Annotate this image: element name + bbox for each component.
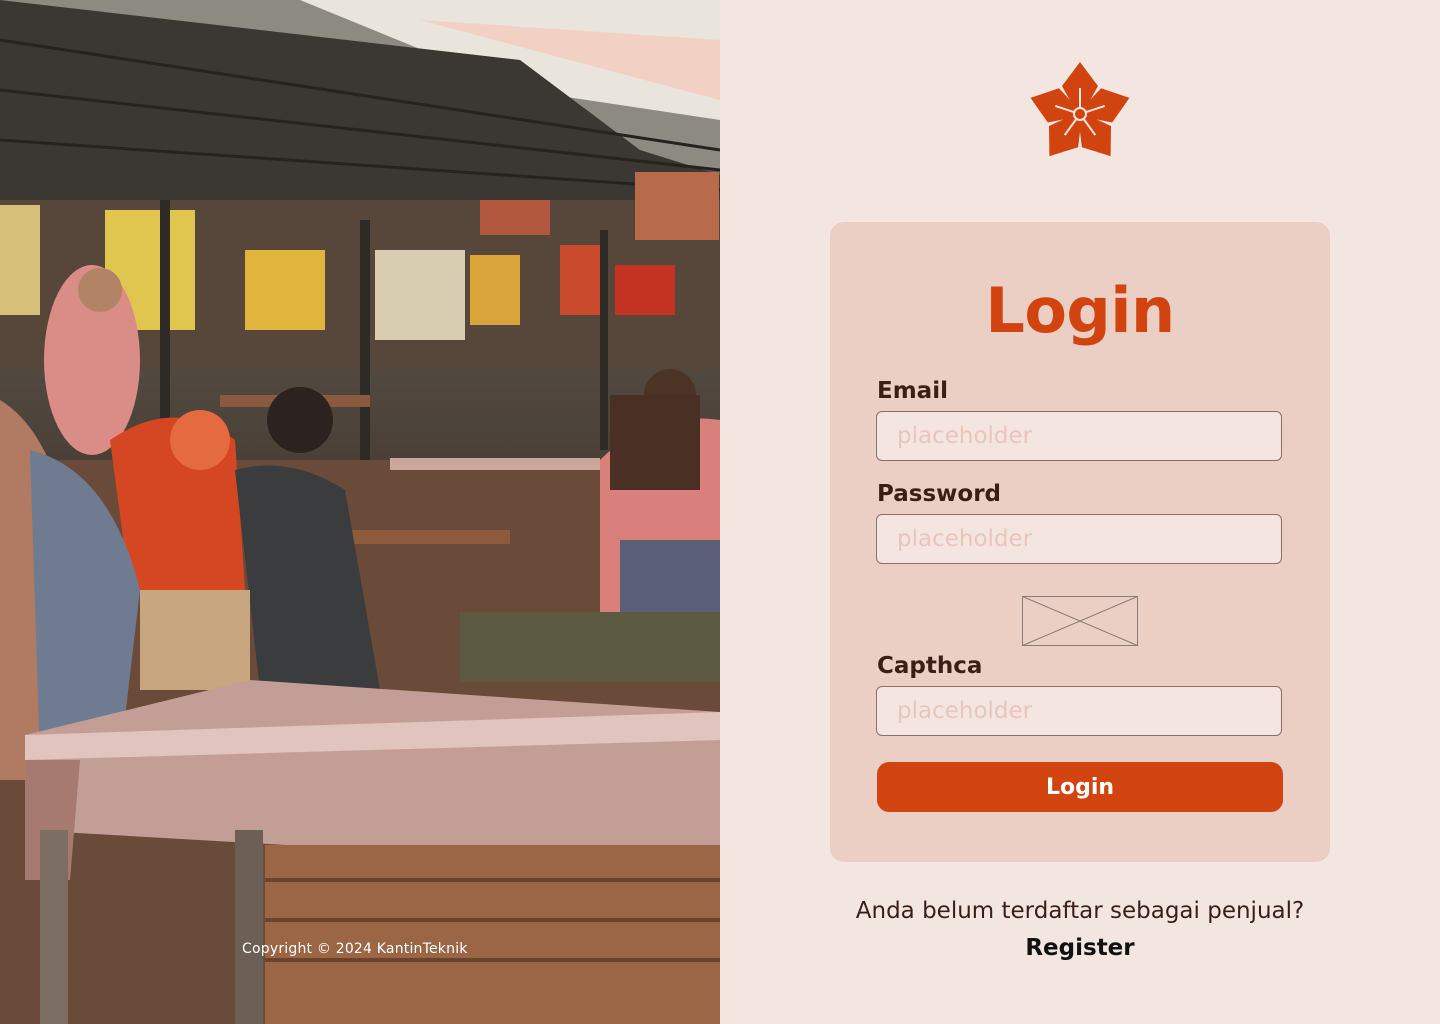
password-label: Password (877, 481, 1001, 507)
captcha-field[interactable] (876, 686, 1282, 736)
captcha-label: Capthca (877, 653, 983, 679)
login-title: Login (985, 274, 1175, 347)
password-field[interactable] (876, 514, 1282, 564)
copyright-text: Copyright © 2024 KantinTeknik (242, 941, 468, 957)
flower-icon (1030, 62, 1130, 157)
email-field[interactable] (876, 411, 1282, 461)
login-panel: Login Email Password Capthca Login Anda … (720, 0, 1440, 1024)
email-label: Email (877, 378, 948, 404)
hero-photo: Copyright © 2024 KantinTeknik (0, 0, 720, 1024)
captcha-image (1022, 596, 1138, 646)
register-prompt: Anda belum terdaftar sebagai penjual? (855, 898, 1305, 924)
login-button[interactable]: Login (877, 762, 1283, 812)
canteen-photo-illustration (0, 0, 720, 1024)
register-link[interactable]: Register (720, 935, 1440, 961)
